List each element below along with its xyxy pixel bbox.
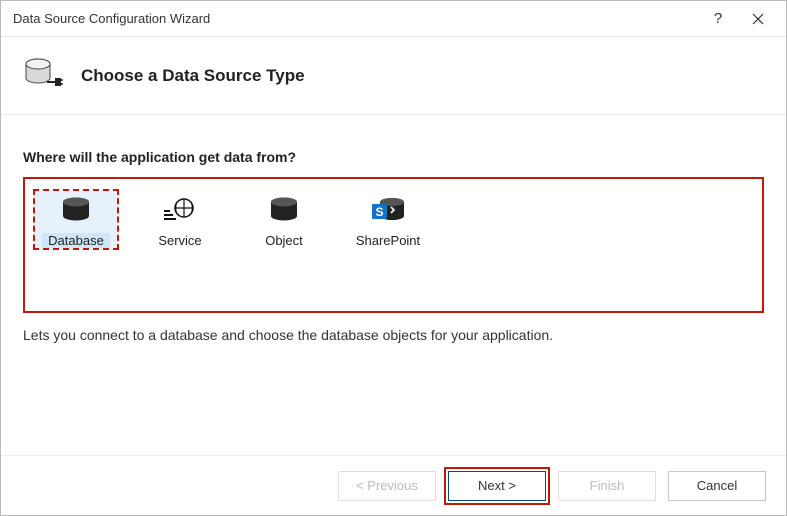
option-object[interactable]: Object — [241, 189, 327, 250]
close-icon — [752, 13, 764, 25]
finish-button: Finish — [558, 471, 656, 501]
prompt-text: Where will the application get data from… — [23, 149, 764, 165]
window-title: Data Source Configuration Wizard — [13, 11, 698, 26]
wizard-footer: < Previous Next > Finish Cancel — [1, 455, 786, 515]
next-button[interactable]: Next > — [448, 471, 546, 501]
object-icon — [268, 197, 300, 225]
option-label: Service — [158, 233, 201, 248]
help-button[interactable]: ? — [698, 3, 738, 35]
option-label: Database — [42, 233, 110, 248]
wizard-page-title: Choose a Data Source Type — [81, 66, 305, 86]
sharepoint-icon: S — [370, 196, 406, 226]
data-source-options: Database Service Object — [23, 177, 764, 313]
svg-text:S: S — [375, 205, 383, 219]
previous-button: < Previous — [338, 471, 436, 501]
database-icon — [60, 197, 92, 225]
option-service[interactable]: Service — [137, 189, 223, 250]
service-icon — [162, 197, 198, 225]
wizard-header: Choose a Data Source Type — [1, 37, 786, 115]
option-label: SharePoint — [356, 233, 420, 248]
cancel-button[interactable]: Cancel — [668, 471, 766, 501]
close-button[interactable] — [738, 3, 778, 35]
wizard-header-icon — [23, 58, 63, 94]
option-label: Object — [265, 233, 303, 248]
titlebar: Data Source Configuration Wizard ? — [1, 1, 786, 37]
wizard-body: Where will the application get data from… — [1, 115, 786, 343]
option-description: Lets you connect to a database and choos… — [23, 327, 764, 343]
option-database[interactable]: Database — [33, 189, 119, 250]
database-plug-icon — [23, 58, 63, 94]
option-sharepoint[interactable]: S SharePoint — [345, 189, 431, 250]
